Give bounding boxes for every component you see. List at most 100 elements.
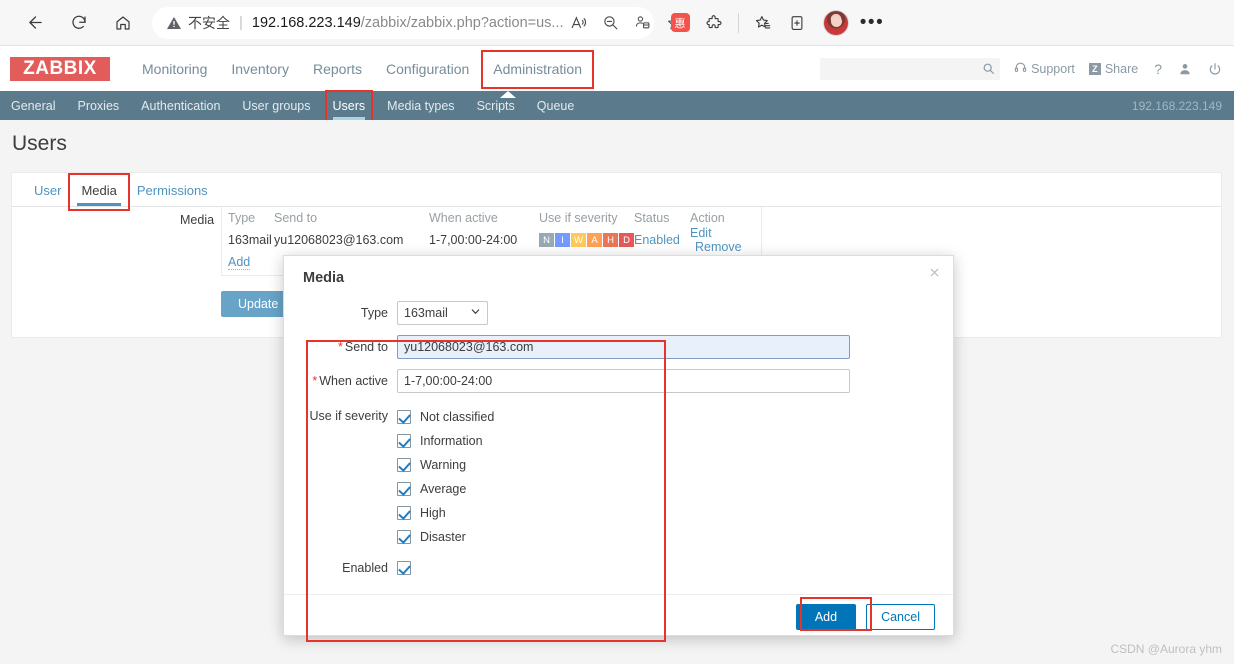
tab-permissions[interactable]: Permissions [127, 176, 218, 206]
severity-badge-high: H [603, 233, 618, 247]
collections-icon[interactable] [781, 8, 813, 38]
severity-option-warning[interactable]: Warning [397, 453, 494, 477]
severity-badge-information: I [555, 233, 570, 247]
subnav-label: Users [332, 98, 366, 113]
browser-extension-icons: 惠 ••• [664, 8, 889, 38]
add-media-link[interactable]: Add [228, 255, 251, 270]
field-row-type: Type 163mail [284, 301, 953, 325]
sub-navigation: General Proxies Authentication User grou… [0, 90, 1234, 122]
severity-badge-list: N I W A H D [539, 233, 634, 247]
menu-item-administration[interactable]: Administration [481, 49, 594, 89]
cell-when-active: 1-7,00:00-24:00 [429, 233, 518, 247]
split-screen-icon[interactable] [628, 9, 658, 37]
subnav-item-user-groups[interactable]: User groups [231, 91, 321, 120]
column-header-use-if-severity: Use if severity [539, 211, 618, 225]
menu-item-inventory[interactable]: Inventory [219, 55, 301, 83]
zabbix-logo[interactable]: ZABBIX [10, 56, 110, 81]
type-label: Type [360, 306, 388, 320]
subnav-item-proxies[interactable]: Proxies [66, 91, 130, 120]
subnav-label: General [11, 98, 56, 113]
tab-user[interactable]: User [24, 176, 71, 206]
search-input[interactable] [820, 57, 1001, 80]
help-icon[interactable]: ? [1154, 61, 1162, 77]
send-to-label-text: Send to [344, 340, 388, 354]
subnav-label: Media types [387, 98, 455, 113]
table-row: 163mail yu12068023@163.com 1-7,00:00-24:… [222, 226, 761, 254]
back-arrow-icon[interactable] [18, 6, 52, 40]
power-icon[interactable] [1208, 62, 1222, 76]
tab-media[interactable]: Media [68, 173, 130, 211]
media-form-body: Media Type Send to When active Use if se… [12, 207, 1221, 317]
menu-item-monitoring[interactable]: Monitoring [130, 55, 219, 83]
address-divider: | [239, 14, 243, 31]
checkbox-high[interactable] [397, 506, 411, 520]
help-label: ? [1154, 60, 1162, 77]
edit-link[interactable]: Edit [690, 226, 712, 240]
watermark-label: CSDN @Aurora yhm [1110, 642, 1222, 656]
media-dialog: Media Type 163mail * Send to yu12068023@1… [283, 255, 954, 642]
dialog-body: Type 163mail * Send to yu12068023@163.com… [284, 301, 953, 642]
type-select-value: 163mail [404, 306, 448, 320]
close-icon[interactable] [925, 263, 943, 281]
chevron-down-icon [470, 306, 481, 320]
extensions-icon[interactable] [698, 8, 730, 38]
checkbox-enabled[interactable] [397, 561, 411, 575]
home-icon[interactable] [106, 6, 140, 40]
severity-option-disaster[interactable]: Disaster [397, 525, 494, 549]
severity-option-not-classified[interactable]: Not classified [397, 405, 494, 429]
severity-option-average[interactable]: Average [397, 477, 494, 501]
subnav-item-queue[interactable]: Queue [526, 91, 586, 120]
more-options-icon[interactable]: ••• [855, 12, 889, 34]
checkbox-information[interactable] [397, 434, 411, 448]
menu-item-configuration[interactable]: Configuration [374, 55, 481, 83]
subnav-item-scripts[interactable]: Scripts [466, 91, 526, 120]
menu-label: Reports [312, 60, 362, 77]
severity-option-high[interactable]: High [397, 501, 494, 525]
share-link[interactable]: Z Share [1088, 62, 1138, 76]
support-label: Support [1031, 61, 1075, 76]
cancel-button[interactable]: Cancel [866, 603, 935, 630]
subnav-item-general[interactable]: General [0, 91, 66, 120]
form-tabs: User Media Permissions [12, 173, 1221, 211]
type-select[interactable]: 163mail [397, 301, 488, 325]
share-badge: Z [1088, 62, 1101, 75]
extension-badge-label: 惠 [670, 13, 690, 32]
address-bar[interactable]: 不安全 | 192.168.223.149 /zabbix/zabbix.php… [152, 6, 683, 39]
menu-item-reports[interactable]: Reports [301, 55, 374, 83]
when-active-input[interactable]: 1-7,00:00-24:00 [397, 369, 850, 393]
severity-option-information[interactable]: Information [397, 429, 494, 453]
user-icon[interactable] [1178, 62, 1192, 76]
subnav-label: User groups [242, 98, 311, 113]
zabbix-header: ZABBIX Monitoring Inventory Reports Conf… [0, 46, 1234, 91]
subnav-label: Scripts [476, 98, 515, 113]
extension-badge-icon[interactable]: 惠 [664, 8, 696, 38]
profile-avatar[interactable] [823, 9, 849, 36]
send-to-value: yu12068023@163.com [404, 340, 534, 354]
column-header-type: Type [228, 211, 256, 225]
send-to-input[interactable]: yu12068023@163.com [397, 335, 850, 359]
checkbox-warning[interactable] [397, 458, 411, 472]
search-icon [982, 62, 995, 80]
severity-badge-warning: W [571, 233, 586, 247]
favorites-icon[interactable] [747, 8, 779, 38]
subnav-item-authentication[interactable]: Authentication [130, 91, 231, 120]
not-secure-label: 不安全 [188, 14, 230, 31]
checkbox-disaster[interactable] [397, 530, 411, 544]
reload-icon[interactable] [62, 6, 96, 40]
checkbox-not-classified[interactable] [397, 410, 411, 424]
checkbox-average[interactable] [397, 482, 411, 496]
support-link[interactable]: Support [1014, 61, 1075, 77]
field-row-when-active: * When active 1-7,00:00-24:00 [284, 369, 953, 393]
severity-label-not-classified: Not classified [420, 410, 495, 424]
severity-label-disaster: Disaster [420, 530, 466, 544]
remove-link[interactable]: Remove [695, 240, 742, 254]
toolbar-divider [738, 12, 739, 33]
cell-status[interactable]: Enabled [634, 233, 690, 247]
read-aloud-icon[interactable] [564, 9, 594, 37]
subnav-item-media-types[interactable]: Media types [376, 91, 465, 120]
add-button[interactable]: Add [795, 603, 857, 630]
subnav-item-users[interactable]: Users [322, 90, 377, 122]
zoom-out-icon[interactable] [596, 9, 626, 37]
table-header-row: Type Send to When active Use if severity… [222, 207, 761, 229]
global-search[interactable] [820, 57, 1001, 80]
